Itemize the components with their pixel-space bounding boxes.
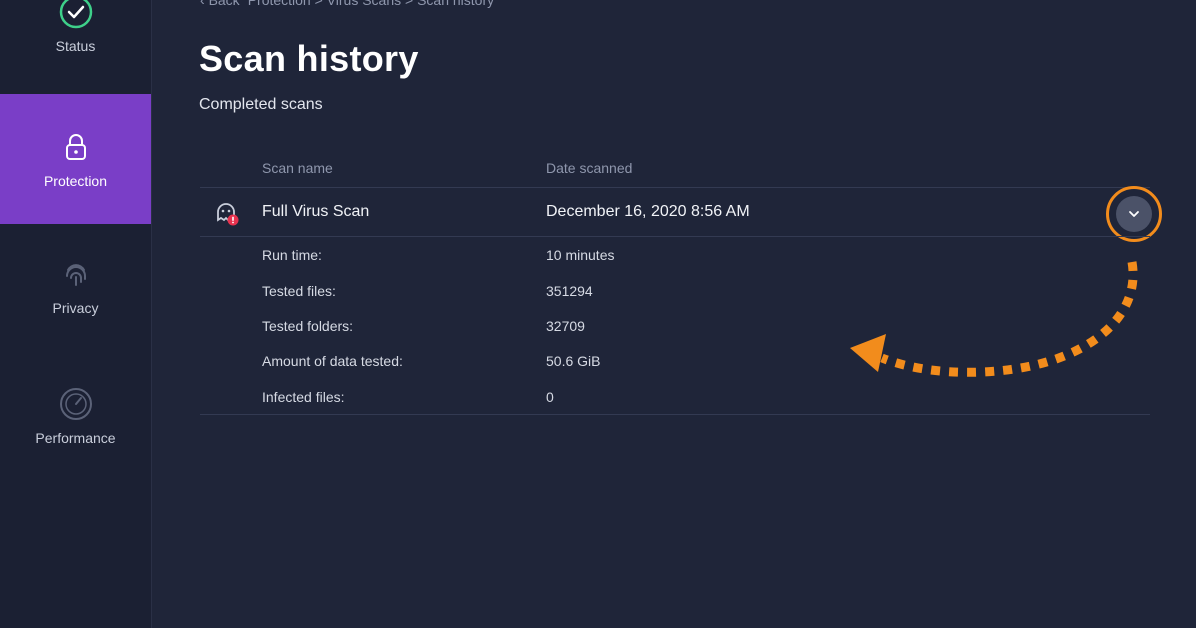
expand-highlight — [1106, 186, 1162, 242]
breadcrumb: ‹ Back Protection > Virus Scans > Scan h… — [200, 0, 494, 8]
detail-value-tested-folders: 32709 — [546, 318, 585, 334]
sidebar-item-label: Privacy — [52, 300, 99, 316]
expand-button[interactable] — [1116, 196, 1152, 232]
page-title: Scan history — [199, 38, 419, 79]
detail-value-run-time: 10 minutes — [546, 247, 615, 263]
main-content: ‹ Back Protection > Virus Scans > Scan h… — [152, 0, 1196, 628]
detail-label-tested-files: Tested files: — [262, 283, 336, 299]
divider — [200, 236, 1150, 237]
detail-label-data-tested: Amount of data tested: — [262, 353, 403, 369]
sidebar-item-performance[interactable]: Performance — [0, 386, 151, 446]
sidebar-item-label: Status — [55, 38, 96, 54]
scan-date: December 16, 2020 8:56 AM — [546, 203, 750, 220]
detail-label-tested-folders: Tested folders: — [262, 318, 354, 334]
chevron-left-icon: ‹ — [200, 0, 205, 8]
table-row[interactable]: Full Virus Scan December 16, 2020 8:56 A… — [200, 188, 1150, 236]
sidebar-item-protection[interactable]: Protection — [0, 94, 151, 224]
back-link[interactable]: ‹ Back — [200, 0, 240, 8]
scan-name: Full Virus Scan — [262, 203, 370, 220]
scan-alert-icon — [214, 200, 240, 226]
breadcrumb-path: Protection > Virus Scans > Scan history — [247, 0, 495, 8]
detail-value-tested-files: 351294 — [546, 283, 593, 299]
sidebar-item-label: Protection — [43, 173, 108, 189]
fingerprint-icon — [58, 256, 94, 292]
detail-value-data-tested: 50.6 GiB — [546, 353, 601, 369]
lock-icon — [58, 129, 94, 165]
detail-label-infected-files: Infected files: — [262, 389, 345, 405]
sidebar: Status Protection Privacy Performance — [0, 0, 152, 628]
check-circle-icon — [58, 0, 94, 30]
sidebar-item-privacy[interactable]: Privacy — [0, 256, 151, 316]
column-header-scan-name: Scan name — [262, 160, 333, 176]
sidebar-item-label: Performance — [35, 430, 116, 446]
chevron-down-icon — [1129, 211, 1139, 217]
detail-label-run-time: Run time: — [262, 247, 322, 263]
sidebar-item-status[interactable]: Status — [0, 0, 151, 54]
divider — [200, 414, 1150, 415]
gauge-icon — [58, 386, 94, 422]
dotted-arrow-annotation — [850, 261, 1138, 377]
page-subtitle: Completed scans — [199, 96, 323, 113]
column-header-date-scanned: Date scanned — [546, 160, 633, 176]
detail-value-infected-files: 0 — [546, 389, 554, 405]
